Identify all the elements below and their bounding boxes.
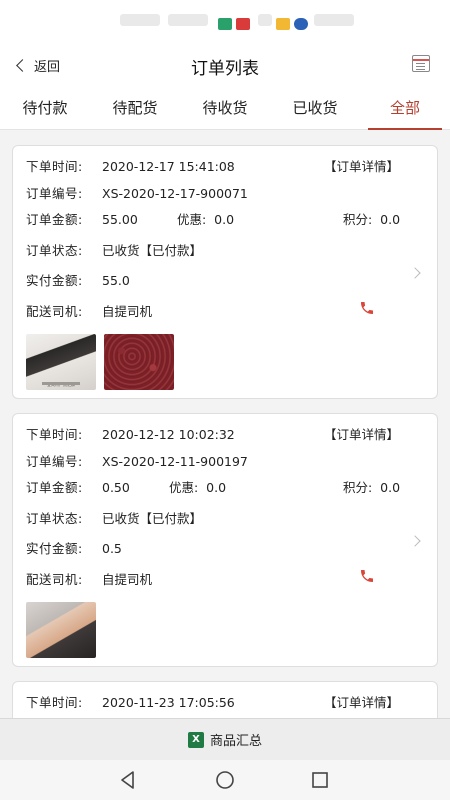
product-summary-button[interactable]: X 商品汇总 [0, 718, 450, 760]
order-time-row: 下单时间: 2020-12-17 15:41:08 [26, 156, 235, 175]
order-status-row: 订单状态: 已收货【已付款】 [26, 508, 202, 527]
order-status-row: 订单状态: 已收货【已付款】 [26, 240, 202, 259]
order-detail-link[interactable]: 【订单详情】 [324, 424, 399, 443]
points-field: 积分: 0.0 [343, 477, 400, 496]
order-time-value: 2020-11-23 17:05:56 [102, 695, 235, 710]
paid-amount-row: 实付金额: 55.0 [26, 270, 130, 289]
driver-row: 配送司机: 自提司机 [26, 569, 152, 588]
order-amount-value: 0.50 [102, 480, 130, 495]
points-value: 0.0 [380, 212, 401, 227]
order-number-label: 订单编号: [26, 454, 83, 469]
recents-square-icon[interactable] [308, 768, 332, 792]
order-time-label: 下单时间: [26, 695, 83, 710]
order-time-row: 下单时间: 2020-12-12 10:02:32 [26, 424, 235, 443]
order-status-value: 已收货【已付款】 [102, 243, 203, 258]
status-blur [258, 14, 272, 26]
driver-value: 自提司机 [102, 304, 153, 319]
status-blur [314, 14, 354, 26]
order-time-label: 下单时间: [26, 427, 83, 442]
home-circle-icon[interactable] [213, 768, 237, 792]
status-blur [168, 14, 208, 26]
order-status-label: 订单状态: [26, 511, 83, 526]
tab-pending-payment[interactable]: 待付款 [0, 88, 90, 129]
excel-icon: X [187, 731, 204, 748]
order-detail-link[interactable]: 【订单详情】 [324, 692, 399, 711]
back-triangle-icon[interactable] [116, 768, 140, 792]
order-time-label: 下单时间: [26, 159, 83, 174]
discount-value: 0.0 [206, 480, 227, 495]
order-number-row: 订单编号: XS-2020-12-17-900071 [26, 183, 248, 202]
back-label: 返回 [34, 59, 61, 75]
points-field: 积分: 0.0 [343, 209, 400, 228]
status-blur [120, 14, 160, 26]
order-number-value: XS-2020-12-11-900197 [102, 454, 248, 469]
discount-field: 优惠: 0.0 [177, 209, 234, 228]
order-number-row: 订单编号: XS-2020-12-11-900197 [26, 451, 248, 470]
phone-icon[interactable] [359, 568, 375, 584]
points-label: 积分: [343, 212, 373, 227]
order-time-row: 下单时间: 2020-11-23 17:05:56 [26, 692, 235, 711]
order-list[interactable]: 下单时间: 2020-12-17 15:41:08 【订单详情】 订单编号: XS-… [0, 130, 450, 718]
paid-amount-row: 实付金额: 0.5 [26, 538, 122, 557]
notification-app-icon [236, 18, 250, 30]
product-thumbnail[interactable] [104, 334, 174, 390]
order-number-value: XS-2020-12-17-900071 [102, 186, 248, 201]
order-card[interactable]: 下单时间: 2020-12-12 10:02:32 【订单详情】 订单编号: XS-… [12, 413, 438, 667]
driver-label: 配送司机: [26, 304, 83, 319]
system-navigation-bar [0, 760, 450, 800]
chevron-right-icon[interactable] [409, 535, 421, 547]
discount-value: 0.0 [214, 212, 235, 227]
tab-pending-receipt[interactable]: 待收货 [180, 88, 270, 129]
points-label: 积分: [343, 480, 373, 495]
driver-label: 配送司机: [26, 572, 83, 587]
discount-field: 优惠: 0.0 [169, 477, 226, 496]
discount-label: 优惠: [169, 480, 199, 495]
order-amount-row: 订单金额: 0.50 [26, 477, 130, 496]
paid-amount-value: 0.5 [102, 541, 122, 556]
order-amount-value: 55.00 [102, 212, 138, 227]
tab-received[interactable]: 已收货 [270, 88, 360, 129]
order-amount-row: 订单金额: 55.00 [26, 209, 138, 228]
notification-app-icon [218, 18, 232, 30]
notification-app-icon [276, 18, 290, 30]
order-status-value: 已收货【已付款】 [102, 511, 203, 526]
order-card[interactable]: 下单时间: 2020-11-23 17:05:56 【订单详情】 [12, 681, 438, 718]
nav-bar: 返回 订单列表 [0, 42, 450, 88]
page-title: 订单列表 [191, 59, 259, 79]
order-status-tabs: 待付款 待配货 待收货 已收货 全部 [0, 88, 450, 130]
tab-all[interactable]: 全部 [360, 88, 450, 130]
notification-app-icon [294, 18, 308, 30]
product-summary-label: 商品汇总 [209, 734, 262, 749]
order-detail-link[interactable]: 【订单详情】 [324, 156, 399, 175]
discount-label: 优惠: [177, 212, 207, 227]
status-bar [0, 0, 450, 42]
order-amount-label: 订单金额: [26, 480, 83, 495]
paid-amount-label: 实付金额: [26, 273, 83, 288]
order-time-value: 2020-12-17 15:41:08 [102, 159, 235, 174]
calendar-icon[interactable] [412, 55, 430, 72]
driver-value: 自提司机 [102, 572, 153, 587]
product-thumbnail[interactable]: 宜宾特产黑芝麻 [26, 334, 96, 390]
chevron-right-icon[interactable] [409, 267, 421, 279]
order-time-value: 2020-12-12 10:02:32 [102, 427, 235, 442]
order-amount-label: 订单金额: [26, 212, 83, 227]
phone-icon[interactable] [359, 300, 375, 316]
thumbnail-caption: 宜宾特产黑芝麻 [47, 382, 75, 387]
paid-amount-value: 55.0 [102, 273, 130, 288]
tab-pending-picking[interactable]: 待配货 [90, 88, 180, 129]
paid-amount-label: 实付金额: [26, 541, 83, 556]
order-card[interactable]: 下单时间: 2020-12-17 15:41:08 【订单详情】 订单编号: XS-… [12, 145, 438, 399]
back-button[interactable]: 返回 [14, 52, 60, 78]
order-status-label: 订单状态: [26, 243, 83, 258]
order-number-label: 订单编号: [26, 186, 83, 201]
product-thumbnail[interactable] [26, 602, 96, 658]
chevron-left-icon [16, 58, 29, 72]
driver-row: 配送司机: 自提司机 [26, 301, 152, 320]
points-value: 0.0 [380, 480, 401, 495]
